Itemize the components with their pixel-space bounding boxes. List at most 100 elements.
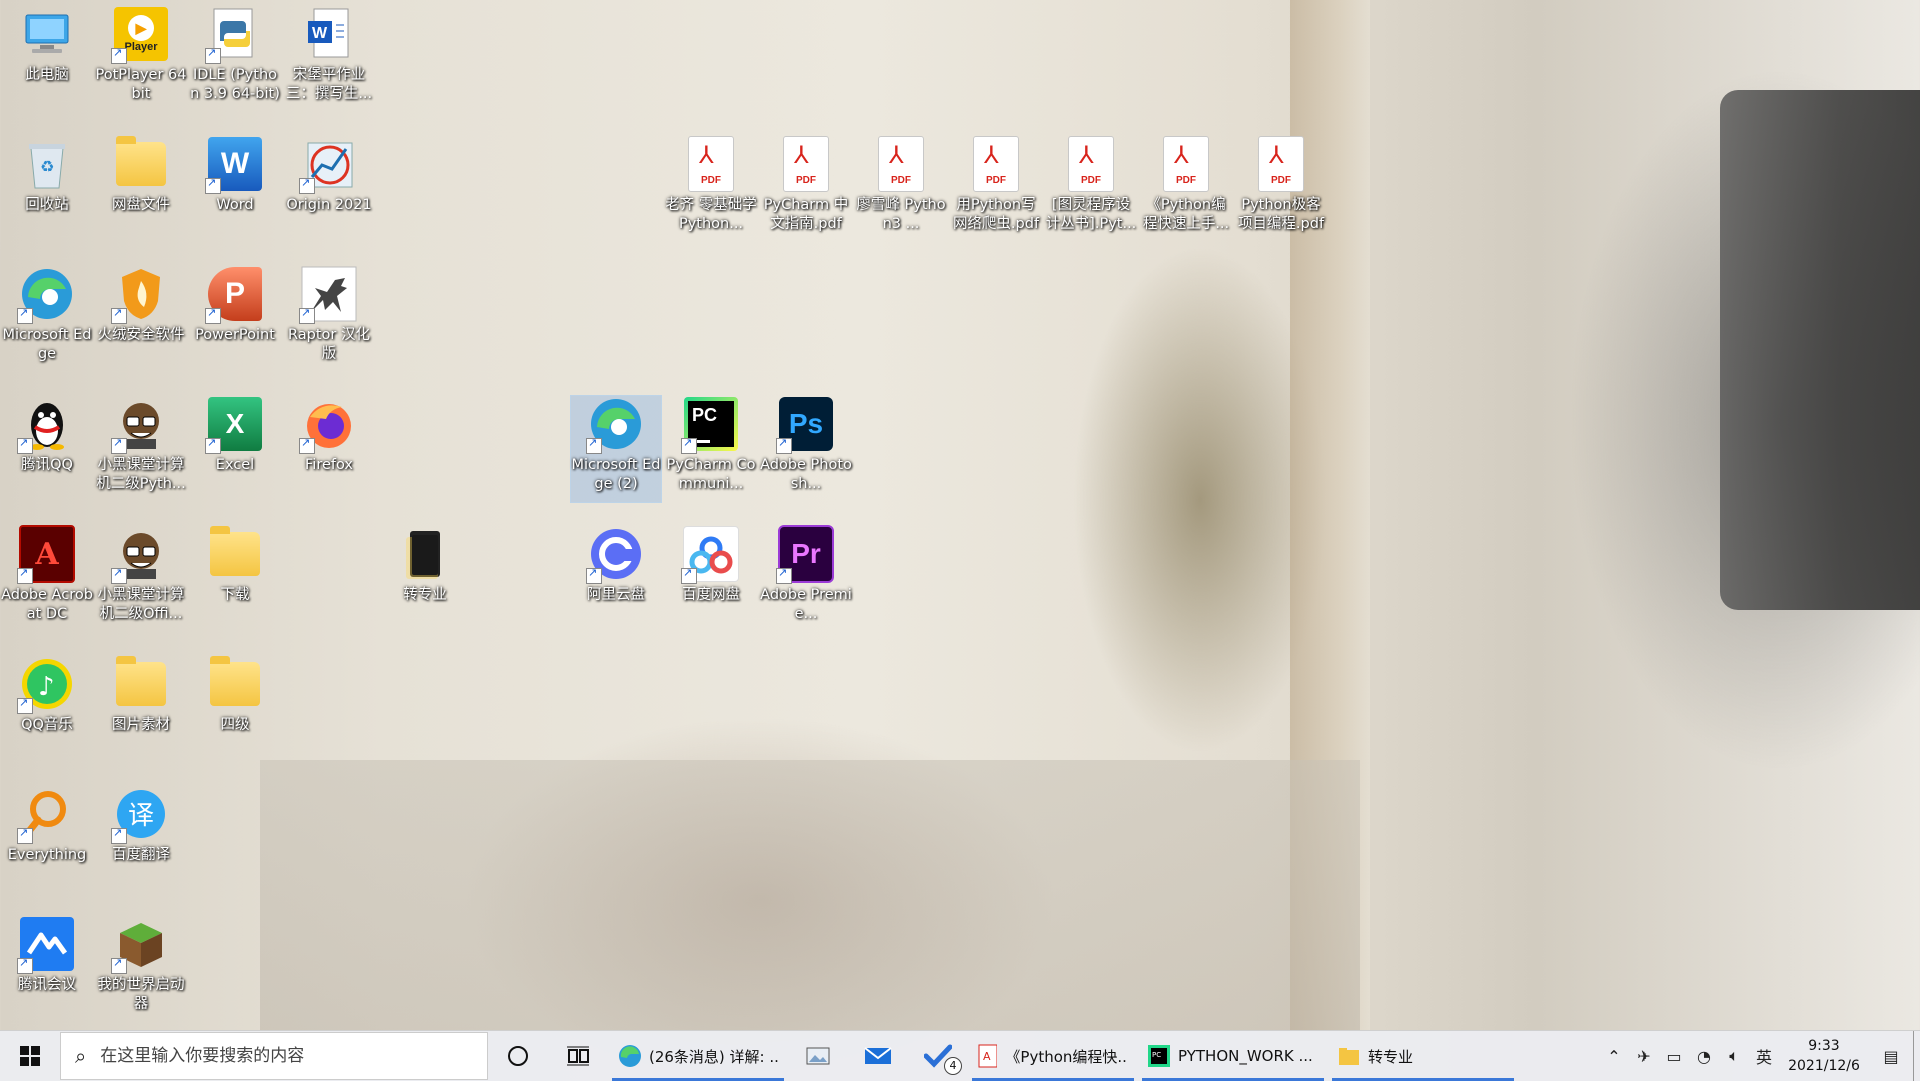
volume-icon[interactable]: 🔈︎ bbox=[1719, 1046, 1749, 1066]
desktop-pdf-file[interactable]: ⅄ PDF 老齐 零基础学Python... bbox=[665, 136, 757, 234]
svg-text:译: 译 bbox=[128, 801, 154, 831]
desktop-pdf-file[interactable]: ⅄ PDF 用Python写网络爬虫.pdf bbox=[951, 136, 1041, 234]
taskbar-app-pdf[interactable]: A 《Python编程快... bbox=[968, 1031, 1138, 1081]
svg-text:PC: PC bbox=[1152, 1051, 1161, 1059]
desktop-icon-everything[interactable]: Everything bbox=[2, 786, 92, 865]
clock[interactable]: 9:33 2021/12/6 bbox=[1779, 1036, 1869, 1076]
desktop-icon-edge[interactable]: Microsoft Edge bbox=[2, 266, 92, 364]
desktop-pdf-file[interactable]: ⅄ PDF [图灵程序设计丛书].Pyt... bbox=[1046, 136, 1136, 234]
desktop-icon-word[interactable]: W Word bbox=[190, 136, 280, 215]
acrobat-icon: A bbox=[17, 525, 75, 584]
desktop-icon-huorong[interactable]: 火绒安全软件 bbox=[96, 266, 186, 345]
task-view-button[interactable] bbox=[548, 1031, 608, 1081]
desktop-icon-tencent-meeting[interactable]: 腾讯会议 bbox=[2, 916, 92, 995]
desktop-pdf-file[interactable]: ⅄ PDF 廖雪峰 Python3 ... bbox=[856, 136, 946, 234]
desktop-icon-idle[interactable]: IDLE (Python 3.9 64-bit) bbox=[190, 6, 280, 104]
system-tray: ⌃ ✈ ▭ ◔ 🔈︎ 英 9:33 2021/12/6 ▤ bbox=[1599, 1031, 1920, 1081]
desktop-pdf-file[interactable]: ⅄ PDF 《Python编程快速上手... bbox=[1141, 136, 1231, 234]
desktop-pdf-file[interactable]: ⅄ PDF Python极客项目编程.pdf bbox=[1236, 136, 1326, 234]
desktop-icon-raptor[interactable]: Raptor 汉化版 bbox=[284, 266, 374, 364]
word-document-icon: W bbox=[301, 6, 357, 62]
edge-icon bbox=[17, 266, 75, 324]
svg-text:♪: ♪ bbox=[38, 672, 55, 702]
baidu-netdisk-icon bbox=[681, 526, 739, 584]
desktop-icon-excel[interactable]: X Excel bbox=[190, 396, 280, 475]
task-view-icon bbox=[567, 1046, 589, 1066]
desktop-icon-xiaohei-office[interactable]: 小黑课堂计算机二级Offi... bbox=[96, 526, 186, 624]
desktop-icon-recycle-bin[interactable]: ♻ 回收站 bbox=[2, 136, 92, 215]
desktop-icon-transfer-major[interactable]: 转专业 bbox=[380, 526, 470, 605]
desktop-icon-baidu-netdisk[interactable]: 百度网盘 bbox=[666, 526, 756, 605]
desktop-icon-netdisk-folder[interactable]: 网盘文件 bbox=[96, 136, 186, 215]
desktop-icon-premiere[interactable]: Pr Adobe Premie... bbox=[760, 525, 852, 624]
folder-icon bbox=[207, 526, 263, 582]
taskbar-app-folder[interactable]: 转专业 bbox=[1328, 1031, 1518, 1081]
desktop-icon-qq[interactable]: 腾讯QQ bbox=[2, 396, 92, 475]
svg-text:A: A bbox=[983, 1050, 991, 1063]
desktop-icon-pycharm[interactable]: PC PyCharm Communi... bbox=[666, 396, 756, 494]
start-button[interactable] bbox=[0, 1031, 60, 1081]
pdf-icon: ⅄ PDF bbox=[873, 136, 929, 192]
taskbar-todo-button[interactable]: 4 bbox=[908, 1031, 968, 1081]
clock-time: 9:33 bbox=[1808, 1038, 1840, 1054]
taskbar-mail-button[interactable] bbox=[848, 1031, 908, 1081]
folder-icon bbox=[113, 136, 169, 192]
pin-icon[interactable]: ✈ bbox=[1629, 1047, 1659, 1066]
desktop-icon-baidu-translate[interactable]: 译 百度翻译 bbox=[96, 786, 186, 865]
taskbar-photos-button[interactable] bbox=[788, 1031, 848, 1081]
excel-icon: X bbox=[205, 396, 263, 454]
battery-icon[interactable]: ▭ bbox=[1659, 1047, 1689, 1066]
wifi-icon[interactable]: ◔ bbox=[1689, 1047, 1719, 1066]
pdf-icon: ⅄ PDF bbox=[1158, 136, 1214, 192]
wallpaper-tv bbox=[1720, 90, 1920, 610]
desktop-icon-photoshop[interactable]: Ps Adobe Photosh... bbox=[760, 396, 852, 494]
desktop-icon-cet4-folder[interactable]: 四级 bbox=[190, 656, 280, 735]
taskbar-app-pycharm[interactable]: PC PYTHON_WORK ... bbox=[1138, 1031, 1328, 1081]
everything-icon bbox=[17, 786, 75, 844]
desktop-icon-downloads[interactable]: 下载 bbox=[190, 526, 280, 605]
firefox-icon bbox=[299, 396, 357, 454]
folder-icon bbox=[113, 656, 169, 712]
desktop-icon-firefox[interactable]: Firefox bbox=[284, 396, 374, 475]
mail-icon bbox=[864, 1047, 892, 1064]
desktop-icon-acrobat[interactable]: A Adobe Acrobat DC bbox=[1, 525, 93, 624]
xiaohei-icon bbox=[111, 526, 169, 584]
desktop-icon-this-pc[interactable]: 此电脑 bbox=[2, 6, 92, 85]
desktop-icon-xiaohei-python[interactable]: 小黑课堂计算机二级Pyth... bbox=[96, 396, 186, 494]
taskbar-search-box[interactable]: ⌕ bbox=[60, 1032, 488, 1080]
word-icon: W bbox=[205, 136, 263, 194]
show-desktop-button[interactable] bbox=[1913, 1031, 1920, 1081]
pdf-icon: A bbox=[978, 1044, 998, 1068]
edge-icon bbox=[586, 396, 644, 454]
pdf-icon: ⅄ PDF bbox=[778, 136, 834, 192]
pdf-icon: ⅄ PDF bbox=[1253, 136, 1309, 192]
wallpaper-floor bbox=[260, 760, 1360, 1030]
desktop-icon-potplayer[interactable]: ▶Player PotPlayer 64 bit bbox=[96, 6, 186, 104]
aliyun-drive-icon bbox=[586, 526, 644, 584]
desktop-pdf-file[interactable]: ⅄ PDF PyCharm 中文指南.pdf bbox=[761, 136, 851, 234]
taskbar: ⌕ (26条消息) 详解: ... 4 A 《Python编程快... PC P… bbox=[0, 1030, 1920, 1081]
huorong-icon bbox=[111, 266, 169, 324]
desktop-icon-powerpoint[interactable]: P PowerPoint bbox=[190, 266, 280, 345]
svg-text:♻: ♻ bbox=[40, 157, 54, 176]
taskbar-app-edge[interactable]: (26条消息) 详解: ... bbox=[608, 1031, 788, 1081]
desktop-icon-minecraft[interactable]: 我的世界启动器 bbox=[96, 916, 186, 1014]
raptor-icon bbox=[299, 266, 357, 324]
input-method-indicator[interactable]: 英 bbox=[1749, 1044, 1779, 1068]
potplayer-icon: ▶ Player bbox=[111, 6, 169, 64]
windows-icon bbox=[20, 1046, 40, 1066]
desktop-icon-aliyun-drive[interactable]: 阿里云盘 bbox=[571, 526, 661, 605]
desktop-icon-word-document[interactable]: W 宋堡平作业三：撰写生... bbox=[284, 6, 374, 104]
python-idle-icon bbox=[205, 6, 263, 64]
desktop-icon-edge-2[interactable]: Microsoft Edge (2) bbox=[570, 395, 662, 503]
desktop-icon-images-folder[interactable]: 图片素材 bbox=[96, 656, 186, 735]
folder-icon bbox=[1339, 1048, 1359, 1065]
powerpoint-icon: P bbox=[205, 266, 263, 324]
pdf-icon: ⅄ PDF bbox=[968, 136, 1024, 192]
desktop-icon-qq-music[interactable]: ♪ QQ音乐 bbox=[2, 656, 92, 735]
search-input[interactable] bbox=[98, 1045, 463, 1067]
desktop-icon-origin[interactable]: Origin 2021 bbox=[284, 136, 374, 215]
cortana-button[interactable] bbox=[488, 1031, 548, 1081]
chevron-up-icon[interactable]: ⌃ bbox=[1599, 1047, 1629, 1066]
notification-center-icon[interactable]: ▤ bbox=[1869, 1047, 1913, 1066]
